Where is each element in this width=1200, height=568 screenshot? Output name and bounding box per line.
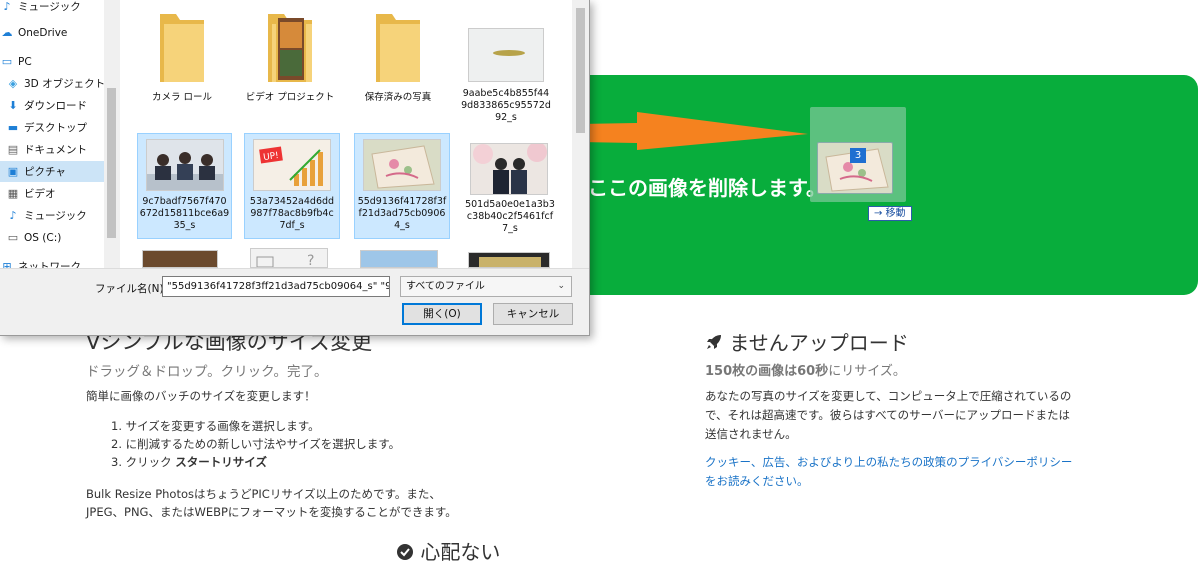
file-item-9c7badf7[interactable]: 9c7badf7567f470 672d15811bce6a9 35_s — [137, 133, 232, 239]
simple-resize-description: 簡単に画像のバッチのサイズを変更します！ — [86, 389, 316, 403]
nav-item-videos[interactable]: ▦ ビデオ — [0, 183, 120, 204]
resize-speed-subheading: 150枚の画像は60秒にリサイズ。 — [705, 360, 906, 379]
cube-icon: ◈ — [8, 77, 18, 90]
file-open-dialog: ♪ ミュージック ☁ OneDrive ▭ PC ◈ 3D オブジェクト ⬇ ダウンロード… — [0, 0, 590, 336]
rocket-icon — [707, 335, 721, 349]
steps-list: 1. サイズを変更する画像を選択します。 2. に削減するための新しい寸法やサイ… — [111, 418, 400, 472]
privacy-policy-link[interactable]: クッキー、広告、およびより上の私たちの政策のプライバシーポリシー をお読みくださ… — [705, 453, 1072, 491]
nav-item-pictures[interactable]: ▣ ピクチャ — [0, 161, 120, 182]
download-icon: ⬇ — [8, 99, 18, 112]
svg-text:?: ? — [307, 253, 314, 268]
file-name: 9c7badf7567f470 672d15811bce6a9 35_s — [139, 196, 230, 231]
video-thumbnail-partial[interactable] — [468, 252, 550, 268]
nav-item-desktop[interactable]: ▬ デスクトップ — [0, 117, 120, 138]
file-list: カメラ ロール ビデオ プロジェクト 保存済みの写真 9aabe5c4b855f… — [120, 0, 589, 268]
nav-item-music[interactable]: ♪ ミュージック — [0, 205, 120, 226]
file-type-value: すべてのファイル — [406, 281, 485, 292]
file-name: 9aabe5c4b855f44 9d833865c95572d 92_s — [461, 88, 551, 123]
move-tooltip: → 移動 — [868, 206, 912, 221]
speed-time: 60秒 — [797, 364, 829, 379]
no-worries-text: 心配ない — [420, 540, 501, 564]
no-upload-description: あなたの写真のサイズを変更して、コンピュータ上で圧縮されているの で、それは超高… — [705, 387, 1105, 444]
navigation-pane: ♪ ミュージック ☁ OneDrive ▭ PC ◈ 3D オブジェクト ⬇ ダウンロード… — [0, 0, 120, 270]
video-icon: ▦ — [7, 187, 19, 200]
nav-item-downloads[interactable]: ⬇ ダウンロード — [0, 95, 120, 116]
music-icon: ♪ — [3, 0, 11, 13]
nav-item-onedrive[interactable]: ☁ OneDrive — [0, 22, 120, 43]
folder-icon — [376, 14, 420, 82]
step-3-prefix: 3. クリック — [111, 455, 176, 469]
picture-icon: ▣ — [7, 165, 19, 178]
description-line: あなたの写真のサイズを変更して、コンピュータ上で圧縮されているの — [705, 389, 1072, 403]
open-button[interactable]: 開く(O) — [402, 303, 482, 325]
file-name: 53a73452a4d6dd 987f78ac8b9fb4c 7df_s — [249, 196, 335, 231]
step-item: 3. クリック スタートリサイズ — [111, 454, 400, 472]
file-type-select[interactable]: すべてのファイル ⌄ — [400, 276, 572, 297]
chevron-down-icon: ⌄ — [557, 281, 565, 291]
file-item-camera-roll[interactable]: カメラ ロール — [134, 4, 230, 110]
cancel-button[interactable]: キャンセル — [493, 303, 573, 325]
image-thumbnail-partial[interactable] — [142, 250, 218, 268]
cloud-icon: ☁ — [1, 26, 13, 39]
no-upload-text: ませんアップロード — [729, 331, 909, 355]
drop-zone-text: ここの画像を削除します。 — [588, 176, 826, 200]
image-thumbnail-partial[interactable] — [360, 250, 438, 268]
file-item-55d9136f[interactable]: 55d9136f41728f3f f21d3ad75cb0906 4_s — [354, 133, 450, 239]
file-list-scrollbar-thumb[interactable] — [576, 8, 585, 133]
nav-item-pc[interactable]: ▭ PC — [0, 51, 120, 72]
bulk-line: JPEG、PNG、またはWEBPにフォーマットを変換することができます。 — [86, 505, 457, 519]
link-line[interactable]: クッキー、広告、およびより上の私たちの政策のプライバシーポリシー — [705, 453, 1072, 472]
nav-scrollbar-thumb[interactable] — [107, 88, 116, 238]
speed-count: 150枚の画像は — [705, 364, 798, 379]
image-thumbnail: UP! — [253, 139, 331, 191]
simple-resize-subheading: ドラッグ＆ドロップ。クリック。完了。 — [86, 364, 328, 380]
no-worries-heading: 心配ない — [396, 536, 500, 565]
drag-count-badge: 3 — [850, 148, 866, 163]
image-thumbnail — [470, 143, 548, 195]
pc-icon: ▭ — [1, 55, 13, 68]
description-line: で、それは超高速です。彼らはすべてのサーバーにアップロードまたは — [705, 408, 1071, 422]
check-badge-icon — [397, 544, 413, 560]
folder-icon — [160, 14, 204, 82]
filename-label: ファイル名(N): — [95, 283, 168, 295]
nav-item-documents[interactable]: ▤ ドキュメント — [0, 139, 120, 160]
filename-input[interactable]: "55d9136f41728f3ff21d3ad75cb09064_s" "9c — [162, 276, 390, 297]
nav-item-music-top[interactable]: ♪ ミュージック — [0, 0, 120, 17]
image-thumbnail — [363, 139, 441, 191]
music-icon: ♪ — [9, 209, 17, 222]
folder-photo-icon — [268, 14, 312, 82]
document-icon: ▤ — [7, 143, 19, 156]
no-upload-heading: ませんアップロード — [705, 327, 909, 356]
desktop-icon: ▬ — [7, 121, 19, 134]
file-name: 501d5a0e0e1a3b3 c38b40c2f5461fcf 7_s — [465, 199, 555, 234]
description-line: 送信されません。 — [705, 427, 797, 441]
link-line[interactable]: をお読みください。 — [705, 472, 1072, 491]
image-thumbnail-partial[interactable]: ? — [250, 248, 328, 268]
bulk-description: Bulk Resize PhotosはちょうどPICリサイズ以上のためです。また… — [86, 485, 486, 521]
nav-item-3d-objects[interactable]: ◈ 3D オブジェクト — [0, 73, 120, 94]
bulk-line: Bulk Resize PhotosはちょうどPICリサイズ以上のためです。また… — [86, 487, 441, 501]
file-item-saved-pictures[interactable]: 保存済みの写真 — [350, 4, 446, 110]
file-name: 55d9136f41728f3f f21d3ad75cb0906 4_s — [357, 196, 447, 231]
file-item-53a73452[interactable]: UP! 53a73452a4d6dd 987f78ac8b9fb4c 7df_s — [244, 133, 340, 239]
step-item: 1. サイズを変更する画像を選択します。 — [111, 419, 320, 433]
nav-item-os-drive[interactable]: ▭ OS (C:) — [0, 227, 120, 248]
image-thumbnail — [468, 28, 544, 82]
drive-icon: ▭ — [7, 231, 19, 244]
start-resize-text: スタートリサイズ — [175, 455, 267, 469]
image-thumbnail — [146, 139, 224, 191]
step-item: 2. に削減するための新しい寸法やサイズを選択します。 — [111, 437, 401, 451]
speed-suffix: にリサイズ。 — [828, 364, 906, 379]
file-item-video-projects[interactable]: ビデオ プロジェクト — [242, 4, 338, 110]
file-item-9aabe5c4[interactable]: 9aabe5c4b855f44 9d833865c95572d 92_s — [458, 4, 554, 123]
file-item-501d5a0e[interactable]: 501d5a0e0e1a3b3 c38b40c2f5461fcf 7_s — [462, 133, 558, 239]
